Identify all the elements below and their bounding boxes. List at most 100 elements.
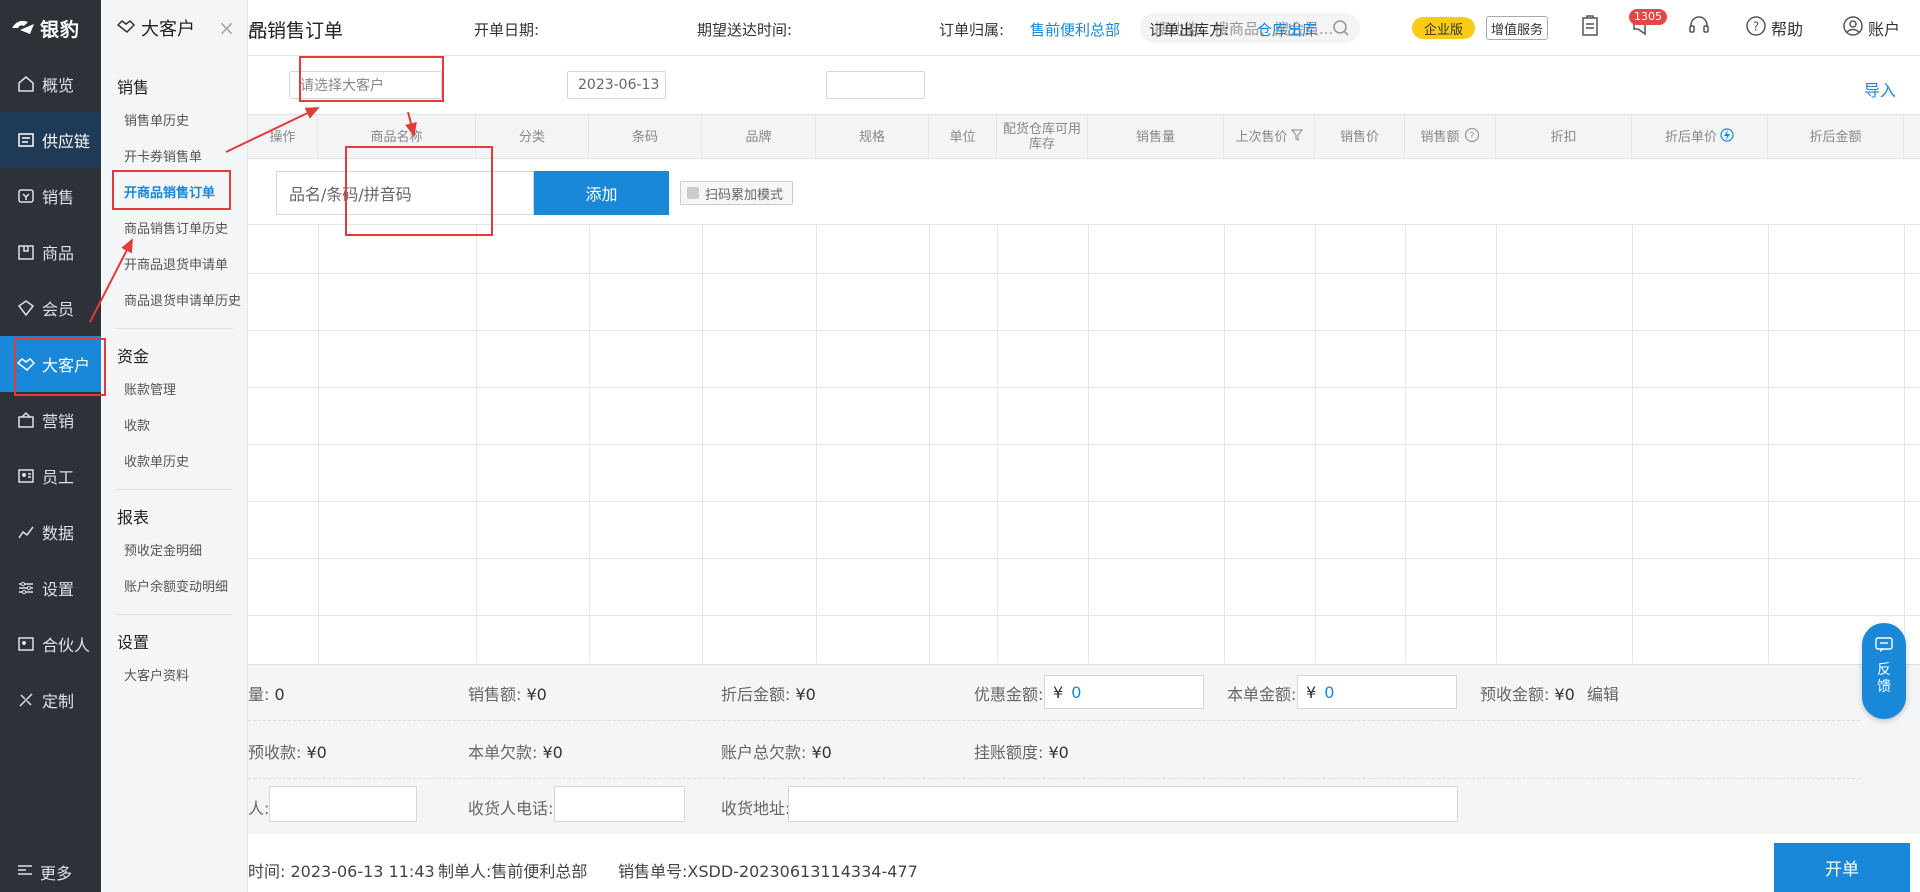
product-icon bbox=[16, 242, 36, 262]
sales-value: ¥0 bbox=[526, 685, 547, 704]
nav-more-label: 更多 bbox=[40, 864, 73, 883]
qty-value: 0 bbox=[274, 685, 285, 704]
sales-summary: 销售额: ¥0 bbox=[468, 681, 547, 705]
customer-select[interactable]: 请选择大客户 bbox=[289, 71, 442, 99]
grid-line bbox=[248, 273, 1920, 274]
divider bbox=[115, 328, 233, 329]
order-owner-link[interactable]: 售前便利总部 bbox=[1030, 19, 1120, 40]
receiver-address-input[interactable] bbox=[788, 786, 1458, 822]
nav-label: 商品 bbox=[42, 244, 75, 263]
search-icon[interactable] bbox=[1332, 19, 1350, 41]
divider bbox=[248, 778, 1860, 779]
value-added-services-button[interactable]: 增值服务 bbox=[1486, 16, 1548, 40]
product-search-input[interactable]: 品名/条码/拼音码 bbox=[276, 171, 534, 215]
customer-service-icon[interactable] bbox=[1688, 15, 1710, 37]
app-logo[interactable]: 银豹 bbox=[0, 0, 101, 56]
receiver-input[interactable] bbox=[269, 786, 417, 822]
total-owed-summary: 账户总欠款: ¥0 bbox=[721, 739, 832, 763]
order-amount-label: 本单金额: bbox=[1227, 685, 1297, 704]
account-label: 账户 bbox=[1868, 20, 1901, 39]
divider bbox=[248, 720, 1860, 721]
grid-line bbox=[248, 330, 1920, 331]
order-amount-input[interactable]: ¥0 bbox=[1297, 675, 1457, 709]
warehouse-link[interactable]: 仓库出库 bbox=[1257, 19, 1317, 40]
handshake-icon bbox=[116, 17, 136, 40]
notification-count-badge: 1305 bbox=[1629, 9, 1667, 25]
col-header: 单位 bbox=[929, 115, 997, 159]
help-icon[interactable]: ? bbox=[1464, 127, 1480, 147]
owed-label: 本单欠款: bbox=[468, 743, 538, 762]
custom-icon bbox=[16, 690, 36, 710]
nav-item-staff[interactable]: 员工 bbox=[0, 448, 101, 504]
receiver-phone-label: 收货人电话: bbox=[468, 799, 554, 818]
submenu-item-deposit-detail[interactable]: 预收定金明细 bbox=[101, 534, 247, 570]
nav-item-key-accounts[interactable]: 大客户 bbox=[0, 336, 101, 392]
logo-icon bbox=[12, 20, 34, 34]
submenu-item-balance-change[interactable]: 账户余额变动明细 bbox=[101, 570, 247, 606]
lightning-icon[interactable] bbox=[1720, 128, 1734, 146]
nav-label: 会员 bbox=[42, 300, 75, 319]
nav-more[interactable]: 更多 bbox=[0, 852, 101, 892]
nav-item-custom[interactable]: 定制 bbox=[0, 672, 101, 728]
time-value: 2023-06-13 11:43 bbox=[290, 862, 435, 881]
submenu-item-accounts[interactable]: 账款管理 bbox=[101, 373, 247, 409]
col-header-stock: 配货仓库可用库存 bbox=[997, 115, 1088, 159]
add-product-button[interactable]: 添加 bbox=[534, 171, 669, 215]
submenu-item-card-voucher-sale[interactable]: 开卡券销售单 bbox=[101, 140, 247, 176]
nav-label: 合伙人 bbox=[42, 636, 91, 655]
nav-label: 概览 bbox=[42, 76, 75, 95]
scan-accumulate-toggle[interactable]: 扫码累加模式 bbox=[680, 181, 793, 205]
nav-item-partner[interactable]: 合伙人 bbox=[0, 616, 101, 672]
clipboard-icon[interactable] bbox=[1580, 15, 1600, 37]
nav-item-sales[interactable]: 销售 bbox=[0, 168, 101, 224]
account-button[interactable]: 账户 bbox=[1842, 15, 1900, 41]
order-owner-label: 订单归属: bbox=[939, 21, 1005, 39]
settings-icon bbox=[16, 578, 36, 598]
grid-line bbox=[248, 558, 1920, 559]
nav-label: 设置 bbox=[42, 580, 75, 599]
help-label: 帮助 bbox=[1771, 20, 1804, 39]
submenu-item-create-return-request[interactable]: 开商品退货申请单 bbox=[101, 248, 247, 284]
filter-icon[interactable] bbox=[1290, 129, 1303, 145]
grid-line bbox=[248, 501, 1920, 502]
order-number-value: XSDD-20230613114334-477 bbox=[687, 862, 918, 881]
owed-summary: 本单欠款: ¥0 bbox=[468, 739, 563, 763]
prepaid-value: ¥0 bbox=[306, 743, 327, 762]
open-order-button[interactable]: 开单 bbox=[1774, 843, 1910, 892]
nav-item-overview[interactable]: 概览 bbox=[0, 56, 101, 112]
grid-line bbox=[248, 615, 1920, 616]
submenu-item-collect[interactable]: 收款 bbox=[101, 409, 247, 445]
submenu-item-collect-history[interactable]: 收款单历史 bbox=[101, 445, 247, 481]
nav-item-data[interactable]: 数据 bbox=[0, 504, 101, 560]
col-header-label: 销售额 bbox=[1420, 129, 1460, 145]
submenu-panel: 大客户 × 销售 销售单历史 开卡券销售单 开商品销售订单 商品销售订单历史 开… bbox=[101, 0, 248, 892]
help-button[interactable]: ? 帮助 bbox=[1745, 15, 1803, 41]
submenu-item-customer-profile[interactable]: 大客户资料 bbox=[101, 659, 247, 695]
col-header: 折后金额 bbox=[1768, 115, 1904, 159]
feedback-button[interactable]: 反 馈 bbox=[1862, 623, 1906, 719]
submenu-group-title: 销售 bbox=[117, 78, 150, 97]
nav-item-supply-chain[interactable]: 供应链 bbox=[0, 112, 101, 168]
col-header: 操作 bbox=[248, 115, 318, 159]
scan-mode-label: 扫码累加模式 bbox=[705, 187, 784, 203]
import-button[interactable]: 导入 bbox=[1864, 77, 1896, 101]
order-date-input[interactable]: 2023-06-13 bbox=[567, 71, 666, 99]
promo-amount-input[interactable]: ¥0 bbox=[1044, 675, 1204, 709]
nav-item-members[interactable]: 会员 bbox=[0, 280, 101, 336]
receiver-phone-input[interactable] bbox=[554, 786, 685, 822]
col-header: 分类 bbox=[476, 115, 589, 159]
edition-badge[interactable]: 企业版 bbox=[1412, 17, 1475, 39]
edit-prepay-link[interactable]: 编辑 bbox=[1587, 681, 1619, 705]
maker-value: 售前便利总部 bbox=[491, 862, 588, 881]
user-icon bbox=[1842, 15, 1864, 41]
nav-item-settings[interactable]: 设置 bbox=[0, 560, 101, 616]
close-icon[interactable]: × bbox=[218, 16, 235, 40]
submenu-item-return-request-history[interactable]: 商品退货申请单历史 bbox=[101, 284, 247, 320]
submenu-item-create-sales-order[interactable]: 开商品销售订单 bbox=[101, 176, 247, 212]
submenu-item-sales-order-history[interactable]: 商品销售订单历史 bbox=[101, 212, 247, 248]
expected-delivery-input[interactable] bbox=[826, 71, 925, 99]
discounted-label: 折后金额: bbox=[721, 685, 791, 704]
nav-item-marketing[interactable]: 营销 bbox=[0, 392, 101, 448]
submenu-item-sales-history[interactable]: 销售单历史 bbox=[101, 104, 247, 140]
nav-item-products[interactable]: 商品 bbox=[0, 224, 101, 280]
